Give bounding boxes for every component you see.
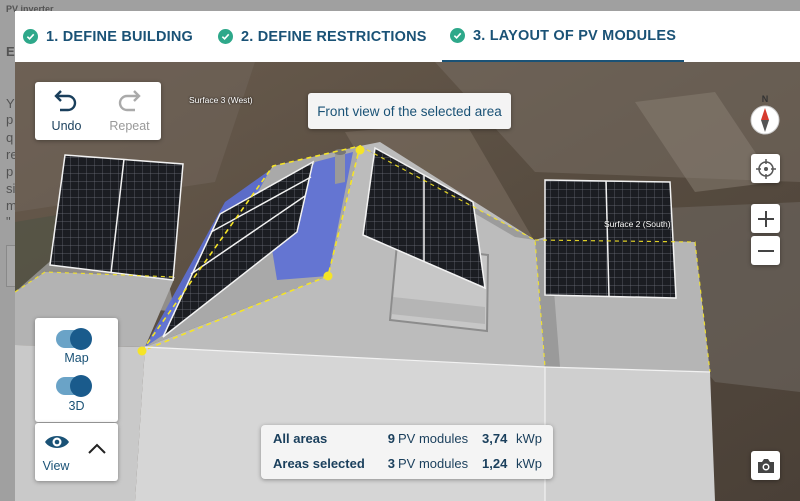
surface-2-label: Surface 2 (South) [604, 219, 671, 229]
step-tabs: 1. DEFINE BUILDING 2. DEFINE RESTRICTION… [15, 11, 800, 62]
pv-layout-dialog: 1. DEFINE BUILDING 2. DEFINE RESTRICTION… [15, 11, 800, 501]
all-count: 9 [387, 431, 395, 446]
zoom-out-button[interactable] [751, 236, 780, 265]
vertex-handle[interactable] [355, 145, 365, 155]
building-wall [545, 367, 715, 501]
selected-areas-label: Areas selected [273, 456, 365, 471]
chevron-up-icon[interactable] [87, 442, 107, 456]
tab-label: 1. DEFINE BUILDING [46, 28, 193, 45]
minus-icon [757, 249, 774, 252]
check-icon [23, 29, 38, 44]
vertex-handle[interactable] [323, 271, 333, 281]
tooltip-text: Front view of the selected area [317, 103, 502, 119]
undo-button[interactable]: Undo [35, 82, 98, 140]
compass[interactable]: N [748, 94, 782, 144]
view-label: View [42, 459, 70, 473]
compass-icon [750, 105, 780, 135]
undo-icon [54, 90, 77, 112]
eye-icon [45, 436, 69, 448]
stats-row-selected: Areas selected 3 PV modules 1,24 kWp [261, 456, 553, 476]
all-kwp: 3,74 [482, 431, 508, 446]
selected-kwp: 1,24 [482, 456, 508, 471]
undo-redo-panel: Undo Repeat [35, 82, 161, 140]
pv-array-surface-3[interactable] [49, 154, 184, 281]
module-statistics: All areas 9 PV modules 3,74 kWp Areas se… [261, 425, 553, 479]
undo-label: Undo [51, 119, 82, 133]
all-kwp-unit: kWp [516, 431, 542, 446]
repeat-label: Repeat [109, 119, 150, 133]
all-areas-label: All areas [273, 431, 328, 446]
vertex-handle[interactable] [137, 346, 147, 356]
compass-north-label: N [761, 94, 769, 104]
check-icon [450, 28, 465, 43]
tab-label: 3. LAYOUT OF PV MODULES [473, 27, 677, 44]
selected-kwp-unit: kWp [516, 456, 542, 471]
all-unit: PV modules [398, 431, 469, 446]
crosshair-icon [755, 158, 776, 179]
tab-label: 2. DEFINE RESTRICTIONS [241, 28, 427, 45]
plus-icon [757, 210, 774, 227]
view-panel[interactable]: View [35, 423, 118, 481]
tab-layout-pv-modules[interactable]: 3. LAYOUT OF PV MODULES [442, 11, 685, 62]
map-toggle[interactable] [56, 328, 92, 350]
surface-3-label: Surface 3 (West) [189, 95, 253, 105]
check-icon [218, 29, 233, 44]
screenshot-button[interactable] [751, 451, 780, 480]
selected-unit: PV modules [398, 456, 469, 471]
locate-button[interactable] [751, 154, 780, 183]
front-view-tooltip[interactable]: Front view of the selected area [308, 93, 511, 129]
map-label: Map [64, 351, 89, 365]
3d-toggle[interactable] [56, 375, 92, 397]
layer-toggles: Map 3D [35, 318, 118, 422]
repeat-button[interactable]: Repeat [98, 82, 161, 140]
pv-array-surface-2[interactable] [544, 179, 677, 299]
stats-row-all: All areas 9 PV modules 3,74 kWp [261, 431, 553, 451]
tab-define-restrictions[interactable]: 2. DEFINE RESTRICTIONS [218, 11, 427, 62]
camera-icon [757, 458, 774, 473]
redo-icon [118, 90, 141, 112]
tab-define-building[interactable]: 1. DEFINE BUILDING [23, 11, 193, 62]
zoom-in-button[interactable] [751, 204, 780, 233]
3d-label: 3D [68, 399, 85, 413]
3d-scene[interactable]: Undo Repeat Front view of the selected a… [15, 62, 800, 501]
selected-count: 3 [387, 456, 395, 471]
